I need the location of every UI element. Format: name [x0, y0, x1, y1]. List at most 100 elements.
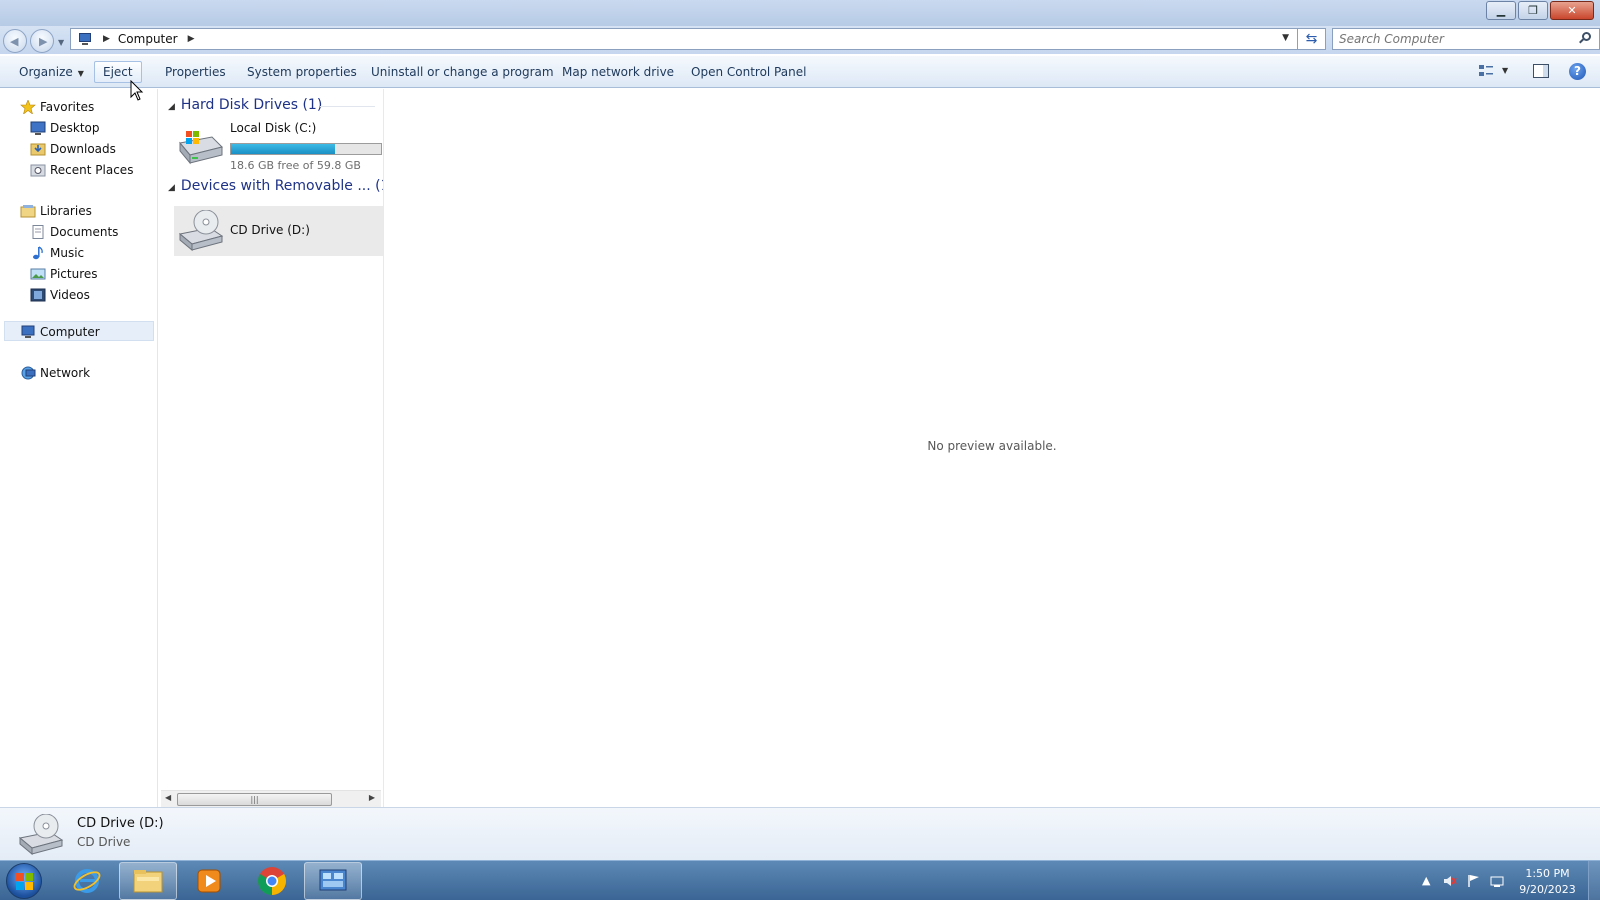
refresh-icon: ⇆ [1305, 31, 1318, 47]
close-button[interactable]: ✕ [1550, 1, 1594, 20]
forward-button[interactable]: ▶ [30, 29, 54, 53]
chrome-icon [258, 867, 286, 895]
system-properties-button[interactable]: System properties [238, 61, 366, 83]
media-player-icon [197, 869, 221, 893]
nav-downloads[interactable]: Downloads [30, 139, 116, 159]
change-view-icon[interactable] [1478, 64, 1494, 78]
view-options-chevron-icon[interactable]: ▼ [1502, 66, 1508, 75]
folder-icon [133, 870, 163, 893]
nav-documents[interactable]: Documents [30, 222, 118, 242]
drive-free-space: 18.6 GB free of 59.8 GB [230, 159, 361, 172]
recent-pages-dropdown[interactable]: ▼ [58, 38, 64, 47]
windows-logo-icon [16, 873, 34, 891]
taskbar: ▲ 1:50 PM 9/20/2023 [0, 860, 1600, 900]
collapse-triangle-icon[interactable]: ◢ [168, 183, 175, 193]
taskbar-control-panel[interactable] [304, 862, 362, 900]
nav-network[interactable]: Network [20, 363, 90, 383]
group-divider [320, 106, 375, 107]
network-icon [20, 366, 36, 380]
preview-pane-icon[interactable] [1533, 64, 1549, 78]
address-dropdown-icon[interactable]: ▼ [1282, 33, 1289, 43]
nav-computer[interactable]: Computer [4, 321, 154, 341]
taskbar-windows-explorer[interactable] [119, 862, 177, 900]
volume-muted-icon[interactable] [1443, 874, 1457, 888]
drive-name: CD Drive (D:) [230, 223, 310, 237]
command-bar: Organize ▼ Eject Properties System proper… [0, 56, 1600, 88]
group-header-removable-devices[interactable]: ◢ Devices with Removable ... (1) [168, 178, 395, 194]
breadcrumb-separator-icon[interactable]: ▶ [103, 34, 110, 44]
scroll-right-icon[interactable]: ▶ [369, 793, 375, 802]
search-box[interactable] [1332, 28, 1600, 50]
mouse-cursor-icon [130, 79, 144, 102]
nav-favorites[interactable]: Favorites [20, 97, 94, 117]
show-hidden-icons-icon[interactable]: ▲ [1422, 874, 1436, 888]
map-network-drive-button[interactable]: Map network drive [553, 61, 683, 83]
scroll-left-icon[interactable]: ◀ [165, 793, 171, 802]
title-bar: ▁ ❐ ✕ [0, 0, 1600, 26]
restore-button[interactable]: ❐ [1518, 1, 1548, 20]
organize-button[interactable]: Organize ▼ [10, 61, 93, 83]
navigation-pane: Favorites Desktop Downloads Recent Place… [0, 89, 158, 807]
open-control-panel-button[interactable]: Open Control Panel [682, 61, 815, 83]
taskbar-chrome[interactable] [243, 862, 301, 900]
content-pane: ◢ Hard Disk Drives (1) Local Disk (C:) 18… [158, 89, 395, 789]
details-pane: CD Drive (D:) CD Drive [0, 807, 1600, 860]
libraries-icon [20, 204, 36, 218]
start-button[interactable] [6, 863, 42, 899]
nav-desktop[interactable]: Desktop [30, 118, 100, 138]
drive-name: Local Disk (C:) [230, 121, 317, 135]
nav-pictures[interactable]: Pictures [30, 264, 98, 284]
help-icon[interactable]: ? [1569, 63, 1586, 80]
nav-videos[interactable]: Videos [30, 285, 90, 305]
pictures-icon [30, 267, 46, 281]
preview-message: No preview available. [927, 439, 1057, 453]
nav-music[interactable]: Music [30, 243, 84, 263]
minimize-button[interactable]: ▁ [1486, 1, 1516, 20]
refresh-button[interactable]: ⇆ [1297, 28, 1325, 50]
scrollbar-thumb[interactable]: ||| [177, 793, 332, 806]
forward-arrow-icon: ▶ [39, 35, 48, 48]
properties-button[interactable]: Properties [156, 61, 235, 83]
group-header-hard-disk-drives[interactable]: ◢ Hard Disk Drives (1) [168, 97, 322, 113]
internet-explorer-icon [73, 869, 101, 893]
network-status-icon[interactable] [1490, 874, 1504, 888]
nav-libraries[interactable]: Libraries [20, 201, 92, 221]
back-arrow-icon: ◀ [10, 35, 19, 48]
breadcrumb-computer[interactable]: Computer [118, 32, 178, 46]
collapse-triangle-icon[interactable]: ◢ [168, 102, 175, 112]
computer-icon [20, 325, 36, 339]
cd-drive-icon [16, 813, 64, 859]
search-input[interactable] [1339, 29, 1569, 49]
organize-label: Organize [19, 65, 73, 79]
computer-icon [77, 32, 93, 46]
videos-icon [30, 288, 46, 302]
details-item-name: CD Drive (D:) [77, 816, 164, 831]
breadcrumb-separator-icon[interactable]: ▶ [188, 34, 195, 44]
disk-usage-fill [231, 144, 335, 154]
desktop-icon [30, 121, 46, 135]
address-bar[interactable]: ▶ Computer ▶ ▼ ⇆ [70, 28, 1326, 50]
hard-disk-icon [176, 125, 224, 170]
music-icon [30, 245, 46, 260]
clock-time: 1:50 PM [1525, 867, 1570, 880]
search-icon[interactable] [1579, 32, 1591, 44]
cd-drive-icon [176, 209, 224, 255]
taskbar-media-player[interactable] [180, 862, 238, 900]
drive-local-disk-c[interactable]: Local Disk (C:) 18.6 GB free of 59.8 GB [174, 121, 383, 172]
nav-recent-places[interactable]: Recent Places [30, 160, 133, 180]
taskbar-internet-explorer[interactable] [58, 862, 116, 900]
back-button[interactable]: ◀ [3, 29, 27, 53]
system-clock[interactable]: 1:50 PM 9/20/2023 [1510, 866, 1585, 898]
horizontal-scrollbar[interactable]: ◀ ||| ▶ [161, 790, 381, 807]
documents-icon [30, 224, 46, 239]
show-desktop-button[interactable] [1588, 861, 1600, 900]
disk-usage-bar [230, 143, 382, 155]
details-item-type: CD Drive [77, 835, 131, 849]
control-panel-icon [319, 869, 347, 891]
uninstall-program-button[interactable]: Uninstall or change a program [362, 61, 563, 83]
action-center-flag-icon[interactable] [1467, 874, 1481, 888]
preview-pane: No preview available. [383, 89, 1600, 807]
downloads-folder-icon [30, 142, 46, 156]
drive-cd-drive-d[interactable]: CD Drive (D:) [174, 206, 383, 256]
chevron-down-icon: ▼ [77, 69, 84, 78]
